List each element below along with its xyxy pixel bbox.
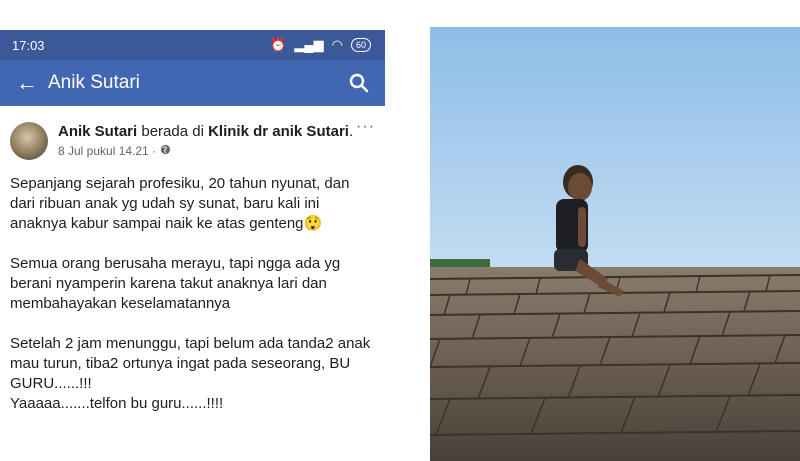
- post-meta: Anik Sutari berada di Klinik dr anik Sut…: [58, 122, 356, 160]
- place-name[interactable]: Klinik dr anik Sutari: [208, 123, 349, 140]
- post-header: Anik Sutari berada di Klinik dr anik Sut…: [0, 106, 385, 160]
- child-on-roof-photo: [430, 27, 800, 461]
- arrow-left-icon[interactable]: ←: [16, 70, 48, 96]
- alarm-icon: ⏰: [270, 37, 287, 52]
- wifi-icon: ◠: [331, 37, 343, 52]
- post-paragraph-4: Yaaaaa.......telfon bu guru......!!!!: [10, 395, 224, 412]
- post-date: 8 Jul pukul 14.21 ·: [58, 144, 356, 158]
- signal-icon: ▂▄▆: [294, 37, 324, 52]
- at-text: berada di: [137, 123, 209, 140]
- post-paragraph-3: Setelah 2 jam menunggu, tapi belum ada t…: [10, 335, 371, 392]
- status-bar: 17:03 ⏰ ▂▄▆ ◠ 60: [0, 30, 385, 60]
- post-paragraph-2: Semua orang berusaha merayu, tapi ngga a…: [10, 255, 341, 312]
- page-title: Anik Sutari: [48, 72, 140, 93]
- battery-icon: 60: [350, 38, 371, 52]
- sky: [430, 27, 800, 267]
- author-name[interactable]: Anik Sutari: [58, 123, 137, 140]
- status-icons: ⏰ ▂▄▆ ◠ 60: [270, 37, 371, 53]
- search-icon[interactable]: [349, 73, 369, 93]
- avatar[interactable]: [10, 122, 48, 160]
- date-text[interactable]: 8 Jul pukul 14.21 ·: [58, 144, 156, 158]
- globe-icon: [160, 144, 171, 158]
- app-bar: ← Anik Sutari: [0, 60, 385, 106]
- more-options-icon[interactable]: ···: [356, 118, 375, 160]
- place-suffix: .: [348, 123, 354, 140]
- post-author-line: Anik Sutari berada di Klinik dr anik Sut…: [58, 122, 356, 141]
- post-paragraph-1: Sepanjang sejarah profesiku, 20 tahun ny…: [10, 175, 350, 232]
- phone-screenshot: 17:03 ⏰ ▂▄▆ ◠ 60 ← Anik Sutari Anik Suta…: [0, 30, 385, 461]
- post-body: Sepanjang sejarah profesiku, 20 tahun ny…: [0, 160, 385, 414]
- status-time: 17:03: [12, 37, 45, 53]
